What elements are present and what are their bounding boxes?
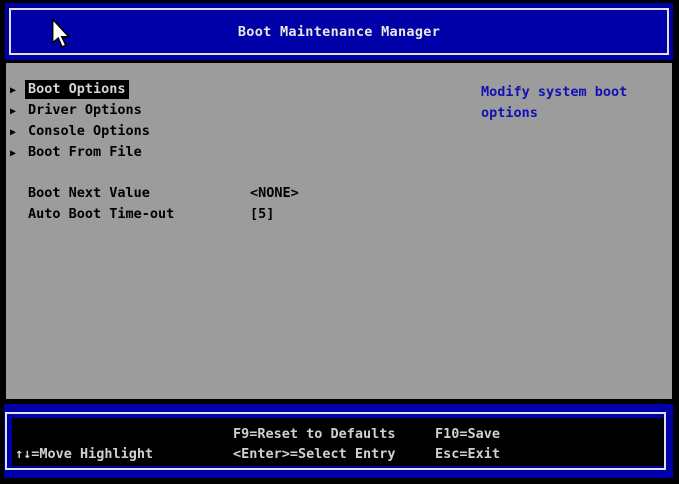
field-label: Boot Next Value xyxy=(28,185,150,201)
page-title: Boot Maintenance Manager xyxy=(237,23,441,40)
content-area: ▶ Boot Options ▶ Driver Options ▶ Consol… xyxy=(6,63,672,399)
menu-item-label: Console Options xyxy=(28,123,150,139)
hint-save: F10=Save xyxy=(435,426,501,442)
menu-item-label: Boot Options xyxy=(25,80,129,99)
field-value: [5] xyxy=(250,206,275,222)
field-auto-boot-timeout[interactable]: Auto Boot Time-out [5] xyxy=(6,206,672,224)
footer-bar: ↑↓=Move Highlight F9=Reset to Defaults <… xyxy=(4,404,673,478)
right-arrow-icon: ▶ xyxy=(10,148,17,159)
right-arrow-icon: ▶ xyxy=(10,85,17,96)
hint-select-entry: <Enter>=Select Entry xyxy=(233,446,396,462)
field-value: <NONE> xyxy=(250,185,299,201)
hint-reset-defaults: F9=Reset to Defaults xyxy=(233,426,396,442)
menu-item-label: Driver Options xyxy=(28,102,142,118)
title-bar: Boot Maintenance Manager xyxy=(5,3,673,60)
menu-item-label: Boot From File xyxy=(28,144,142,160)
field-boot-next-value[interactable]: Boot Next Value <NONE> xyxy=(6,185,672,203)
menu-item-console-options[interactable]: ▶ Console Options xyxy=(6,123,672,141)
hint-exit: Esc=Exit xyxy=(435,446,501,462)
menu-item-boot-from-file[interactable]: ▶ Boot From File xyxy=(6,144,672,162)
bios-screen: Boot Maintenance Manager ▶ Boot Options … xyxy=(0,0,679,484)
help-text: Modify system boot options xyxy=(481,84,628,121)
right-arrow-icon: ▶ xyxy=(10,106,17,117)
field-label: Auto Boot Time-out xyxy=(28,206,175,222)
right-arrow-icon: ▶ xyxy=(10,127,17,138)
hint-move-highlight: ↑↓=Move Highlight xyxy=(15,446,154,462)
mouse-cursor-icon xyxy=(51,17,71,53)
